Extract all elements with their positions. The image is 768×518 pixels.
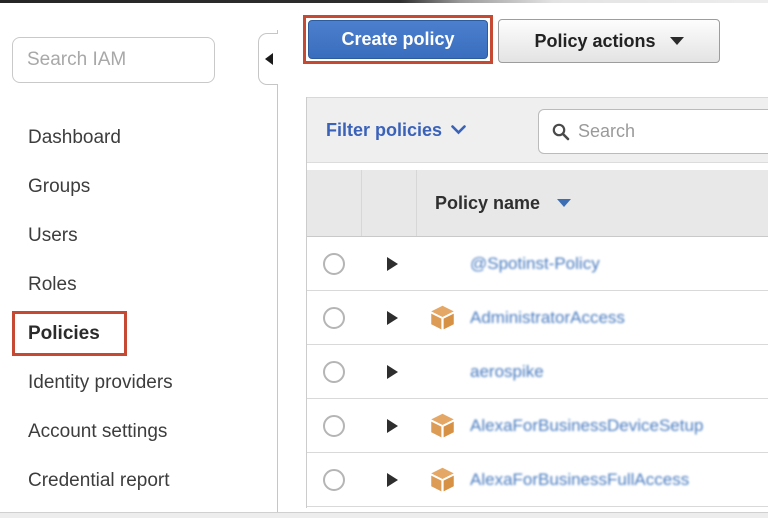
filter-policies-label: Filter policies <box>326 120 442 141</box>
sidebar-item-policies[interactable]: Policies <box>0 309 277 358</box>
filter-policies-dropdown[interactable]: Filter policies <box>326 120 466 141</box>
chevron-down-icon <box>451 125 466 135</box>
policy-name-link[interactable]: AlexaForBusinessFullAccess <box>470 470 689 490</box>
sidebar-collapse-button[interactable] <box>258 33 278 85</box>
window-bottom-edge <box>0 512 768 518</box>
caret-right-icon[interactable] <box>387 419 398 433</box>
policy-search-box[interactable] <box>538 109 768 154</box>
iam-search-input[interactable] <box>12 37 215 83</box>
header-cell-expand <box>362 170 417 236</box>
header-cell-select <box>307 170 362 236</box>
policy-icon-slot <box>429 358 456 385</box>
annotation-box-create-policy: Create policy <box>303 15 493 64</box>
aws-managed-policy-cube-icon <box>429 412 456 439</box>
sidebar-item-label: Policies <box>28 323 100 344</box>
sidebar-item-identity-providers[interactable]: Identity providers <box>0 358 277 407</box>
create-policy-button[interactable]: Create policy <box>308 20 488 59</box>
caret-right-icon[interactable] <box>387 365 398 379</box>
table-row: AlexaForBusinessDeviceSetup <box>307 399 768 453</box>
policy-name-link[interactable]: AdministratorAccess <box>470 308 625 328</box>
table-row: AlexaForBusinessFullAccess <box>307 453 768 507</box>
row-radio-button[interactable] <box>323 415 345 437</box>
policy-icon-slot <box>429 250 456 277</box>
sidebar-item-groups[interactable]: Groups <box>0 162 277 211</box>
sort-caret-down-icon <box>557 199 571 207</box>
sidebar-divider <box>277 30 278 512</box>
policy-name-link[interactable]: aerospike <box>470 362 544 382</box>
sidebar-item-users[interactable]: Users <box>0 211 277 260</box>
sidebar-item-credential-report[interactable]: Credential report <box>0 456 277 505</box>
policy-name-link[interactable]: @Spotinst-Policy <box>470 254 600 274</box>
table-row: @Spotinst-Policy <box>307 237 768 291</box>
sidebar-nav: Dashboard Groups Users Roles Policies Id… <box>0 113 277 505</box>
policy-actions-label: Policy actions <box>534 31 655 52</box>
search-icon <box>552 123 570 141</box>
policy-search-input[interactable] <box>578 121 748 142</box>
aws-managed-policy-cube-icon <box>429 466 456 493</box>
table-row: aerospike <box>307 345 768 399</box>
caret-right-icon[interactable] <box>387 311 398 325</box>
row-radio-button[interactable] <box>323 361 345 383</box>
policy-name-header-label: Policy name <box>435 193 540 214</box>
table-body: @Spotinst-Policy AdministratorAccess aer… <box>307 237 768 507</box>
row-radio-button[interactable] <box>323 253 345 275</box>
caret-down-icon <box>670 37 684 45</box>
policy-actions-button[interactable]: Policy actions <box>498 19 720 63</box>
caret-right-icon[interactable] <box>387 257 398 271</box>
column-header-policy-name[interactable]: Policy name <box>417 193 571 214</box>
sidebar-item-account-settings[interactable]: Account settings <box>0 407 277 456</box>
policy-name-link[interactable]: AlexaForBusinessDeviceSetup <box>470 416 703 436</box>
caret-right-icon[interactable] <box>387 473 398 487</box>
row-radio-button[interactable] <box>323 469 345 491</box>
chevron-left-icon <box>265 53 273 65</box>
table-header-row: Policy name <box>307 170 768 237</box>
policies-table-panel: Filter policies Policy name @Spotinst-Po… <box>306 97 768 508</box>
row-radio-button[interactable] <box>323 307 345 329</box>
table-row: AdministratorAccess <box>307 291 768 345</box>
policies-toolbar: Filter policies <box>307 97 768 163</box>
aws-managed-policy-cube-icon <box>429 304 456 331</box>
sidebar-item-roles[interactable]: Roles <box>0 260 277 309</box>
iam-sidebar: Dashboard Groups Users Roles Policies Id… <box>0 3 277 512</box>
sidebar-item-dashboard[interactable]: Dashboard <box>0 113 277 162</box>
